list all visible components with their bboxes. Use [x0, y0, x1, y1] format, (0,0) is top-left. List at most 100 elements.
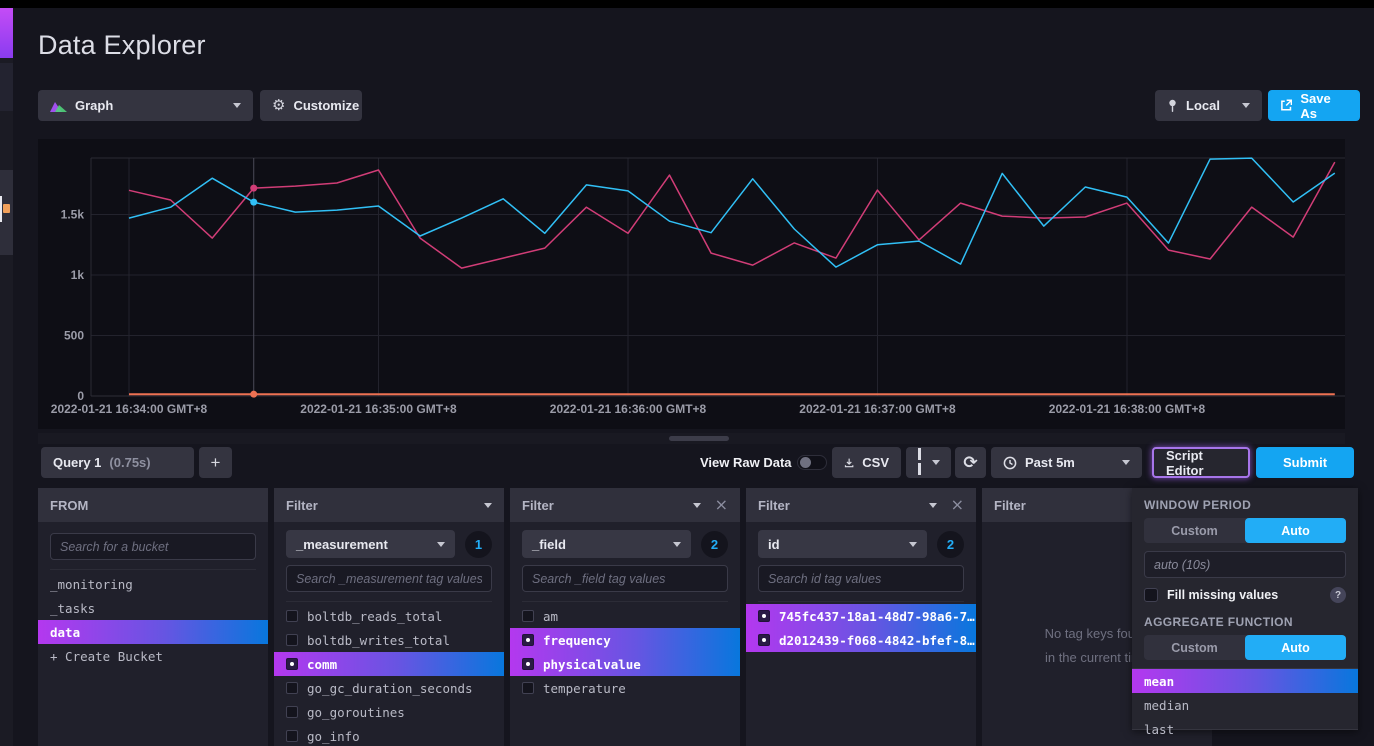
- refresh-button[interactable]: ⟳: [955, 447, 986, 478]
- tag-value-label: go_goroutines: [307, 705, 405, 720]
- query-builder: FROM _monitoring_tasksdata+ Create Bucke…: [0, 488, 1374, 746]
- x-axis-tick-label: 2022-01-21 16:36:00 GMT+8: [550, 402, 707, 416]
- x-axis-tick-label: 2022-01-21 16:34:00 GMT+8: [51, 402, 208, 416]
- filter-panel-_measurement: Filter_measurement1boltdb_reads_totalbol…: [274, 488, 504, 746]
- tag-value-label: temperature: [543, 681, 626, 696]
- aggregate-function-item[interactable]: median: [1132, 693, 1358, 717]
- checkbox[interactable]: [522, 610, 534, 622]
- tag-key-dropdown[interactable]: _field: [522, 530, 691, 558]
- window-period-mode-toggle: Custom Auto: [1144, 518, 1346, 543]
- custom-option[interactable]: Custom: [1144, 518, 1245, 543]
- tag-value-item[interactable]: go_goroutines: [274, 700, 504, 724]
- tag-value-item[interactable]: boltdb_writes_total: [274, 628, 504, 652]
- graph-icon: [50, 99, 67, 113]
- window-period-input[interactable]: [1144, 551, 1346, 578]
- tag-key-label: _measurement: [296, 537, 388, 552]
- chart-scrollbar-thumb[interactable]: [669, 436, 729, 441]
- filter-panel-header: Filter×: [510, 488, 740, 522]
- download-icon: [844, 456, 854, 470]
- tag-value-search-input[interactable]: [758, 565, 964, 592]
- add-query-button[interactable]: +: [199, 447, 232, 478]
- customize-button[interactable]: ⚙ Customize: [260, 90, 362, 121]
- aggregate-function-title: AGGREGATE FUNCTION: [1132, 605, 1358, 633]
- aggregate-function-item[interactable]: last: [1132, 717, 1358, 741]
- auto-option[interactable]: Auto: [1245, 635, 1346, 660]
- top-bar: [0, 0, 1374, 8]
- csv-download-button[interactable]: CSV: [832, 447, 901, 478]
- app-logo[interactable]: [0, 8, 13, 58]
- bucket-list-item[interactable]: _tasks: [38, 596, 268, 620]
- tag-value-list: boltdb_reads_totalboltdb_writes_totalcom…: [274, 602, 504, 746]
- view-raw-data-label: View Raw Data: [700, 455, 792, 470]
- time-series-chart[interactable]: 05001k1.5k2022-01-21 16:34:00 GMT+82022-…: [38, 139, 1345, 429]
- tag-value-search-input[interactable]: [286, 565, 492, 592]
- tag-value-item[interactable]: frequency: [510, 628, 740, 652]
- hover-point: [250, 185, 257, 192]
- tag-value-item[interactable]: d2012439-f068-4842-bfef-8…: [746, 628, 976, 652]
- help-icon[interactable]: ?: [1330, 587, 1346, 603]
- query-tab[interactable]: Query 1 (0.75s): [41, 447, 194, 478]
- checkbox[interactable]: [522, 682, 534, 694]
- chart-scrollbar-track[interactable]: [38, 433, 1345, 444]
- checkbox[interactable]: [286, 634, 298, 646]
- bucket-search-input[interactable]: [50, 533, 256, 560]
- filter-panel-title: Filter: [286, 498, 318, 513]
- checkbox[interactable]: [286, 682, 298, 694]
- view-type-dropdown[interactable]: Graph: [38, 90, 253, 121]
- tag-value-item[interactable]: physicalvalue: [510, 652, 740, 676]
- tag-value-search-input[interactable]: [522, 565, 728, 592]
- checkbox[interactable]: [286, 730, 298, 742]
- checkbox[interactable]: [522, 634, 534, 646]
- tag-key-dropdown[interactable]: _measurement: [286, 530, 455, 558]
- auto-option[interactable]: Auto: [1245, 518, 1346, 543]
- refresh-icon: ⟳: [963, 453, 977, 473]
- y-axis-tick-label: 1k: [71, 268, 85, 282]
- time-range-dropdown[interactable]: Past 5m: [991, 447, 1142, 478]
- tag-value-item[interactable]: boltdb_reads_total: [274, 604, 504, 628]
- chevron-down-icon[interactable]: [929, 503, 937, 508]
- bucket-list-item[interactable]: _monitoring: [38, 572, 268, 596]
- chevron-down-icon: [932, 460, 940, 465]
- tag-value-item[interactable]: 745fc437-18a1-48d7-98a6-7…: [746, 604, 976, 628]
- close-icon[interactable]: ×: [715, 497, 728, 513]
- tag-key-dropdown[interactable]: id: [758, 530, 927, 558]
- fill-missing-values-checkbox[interactable]: [1144, 588, 1158, 602]
- bucket-list-item[interactable]: data: [38, 620, 268, 644]
- tag-value-label: comm: [307, 657, 337, 672]
- tag-value-list: 745fc437-18a1-48d7-98a6-7… d2012439-f068-…: [746, 602, 976, 652]
- checkbox[interactable]: [286, 658, 298, 670]
- save-as-button[interactable]: Save As: [1268, 90, 1360, 121]
- checkbox[interactable]: [286, 610, 298, 622]
- tag-value-item[interactable]: am: [510, 604, 740, 628]
- tag-value-item[interactable]: comm: [274, 652, 504, 676]
- tag-value-label: go_info: [307, 729, 360, 744]
- tag-value-item[interactable]: go_gc_duration_seconds: [274, 676, 504, 700]
- chevron-down-icon: [233, 103, 241, 108]
- view-raw-data-toggle[interactable]: [797, 455, 827, 470]
- checkbox[interactable]: [286, 706, 298, 718]
- checkbox[interactable]: [758, 610, 770, 622]
- script-editor-label: Script Editor: [1166, 448, 1236, 478]
- script-editor-button[interactable]: Script Editor: [1152, 447, 1250, 478]
- create-bucket-action[interactable]: + Create Bucket: [38, 644, 268, 668]
- nav-item-group[interactable]: [0, 63, 13, 111]
- tag-value-item[interactable]: go_info: [274, 724, 504, 746]
- checkbox[interactable]: [758, 634, 770, 646]
- save-as-label: Save As: [1300, 91, 1348, 121]
- pause-button[interactable]: [906, 447, 951, 478]
- tag-value-label: d2012439-f068-4842-bfef-8…: [779, 633, 975, 648]
- filter-panel-_field: Filter×_field2amfrequencyphysicalvaluete…: [510, 488, 740, 746]
- tag-value-item[interactable]: temperature: [510, 676, 740, 700]
- close-icon[interactable]: ×: [951, 497, 964, 513]
- local-dropdown[interactable]: Local: [1155, 90, 1262, 121]
- fill-missing-values-label: Fill missing values: [1167, 588, 1278, 602]
- chevron-down-icon[interactable]: [484, 503, 492, 508]
- submit-button[interactable]: Submit: [1256, 447, 1354, 478]
- chevron-down-icon[interactable]: [693, 503, 701, 508]
- aggregate-function-item[interactable]: mean: [1132, 669, 1358, 693]
- custom-option[interactable]: Custom: [1144, 635, 1245, 660]
- checkbox[interactable]: [522, 658, 534, 670]
- bucket-list: _monitoring_tasksdata+ Create Bucket: [38, 570, 268, 668]
- filter-panel-header: Filter: [274, 488, 504, 522]
- series-pink: [129, 162, 1335, 268]
